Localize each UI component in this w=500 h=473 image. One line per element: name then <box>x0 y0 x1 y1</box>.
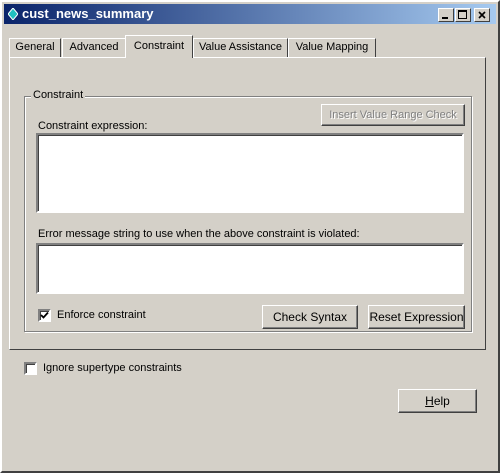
tab-advanced[interactable]: Advanced <box>62 38 126 57</box>
reset-expression-button[interactable]: Reset Expression <box>368 305 465 329</box>
window-title: cust_news_summary <box>22 6 154 21</box>
close-button[interactable] <box>474 8 490 22</box>
app-diamond-icon <box>8 8 18 20</box>
tab-value-mapping[interactable]: Value Mapping <box>288 38 376 57</box>
help-button[interactable]: Help <box>398 389 477 413</box>
error-message-label: Error message string to use when the abo… <box>38 228 360 240</box>
tab-label: Constraint <box>133 40 185 52</box>
close-icon <box>478 11 486 19</box>
checkmark-icon <box>40 311 49 319</box>
minimize-button[interactable] <box>438 8 454 22</box>
check-syntax-button[interactable]: Check Syntax <box>262 305 358 329</box>
title-bar[interactable]: cust_news_summary <box>4 4 496 24</box>
help-accelerator: H <box>425 394 434 408</box>
tab-label: Value Assistance <box>199 41 282 53</box>
tab-label: Value Mapping <box>295 41 369 53</box>
insert-value-range-check-button[interactable]: Insert Value Range Check <box>321 104 465 126</box>
maximize-icon <box>458 10 467 19</box>
ignore-supertype-label: Ignore supertype constraints <box>43 362 182 374</box>
minimize-icon <box>442 17 448 19</box>
tab-constraint[interactable]: Constraint <box>125 35 193 58</box>
constraint-expression-input[interactable] <box>36 133 464 213</box>
enforce-constraint-label: Enforce constraint <box>57 309 146 321</box>
tab-general[interactable]: General <box>9 38 61 57</box>
help-label-rest: elp <box>433 394 450 408</box>
tab-value-assistance[interactable]: Value Assistance <box>193 38 288 57</box>
enforce-constraint-checkbox[interactable] <box>38 309 51 322</box>
ignore-supertype-checkbox[interactable] <box>24 362 37 375</box>
constraint-group-title: Constraint <box>31 89 86 102</box>
maximize-button[interactable] <box>455 8 471 22</box>
constraint-expression-label: Constraint expression: <box>38 120 148 132</box>
tab-label: Advanced <box>69 41 119 53</box>
error-message-input[interactable] <box>36 243 464 294</box>
tab-label: General <box>15 41 55 53</box>
